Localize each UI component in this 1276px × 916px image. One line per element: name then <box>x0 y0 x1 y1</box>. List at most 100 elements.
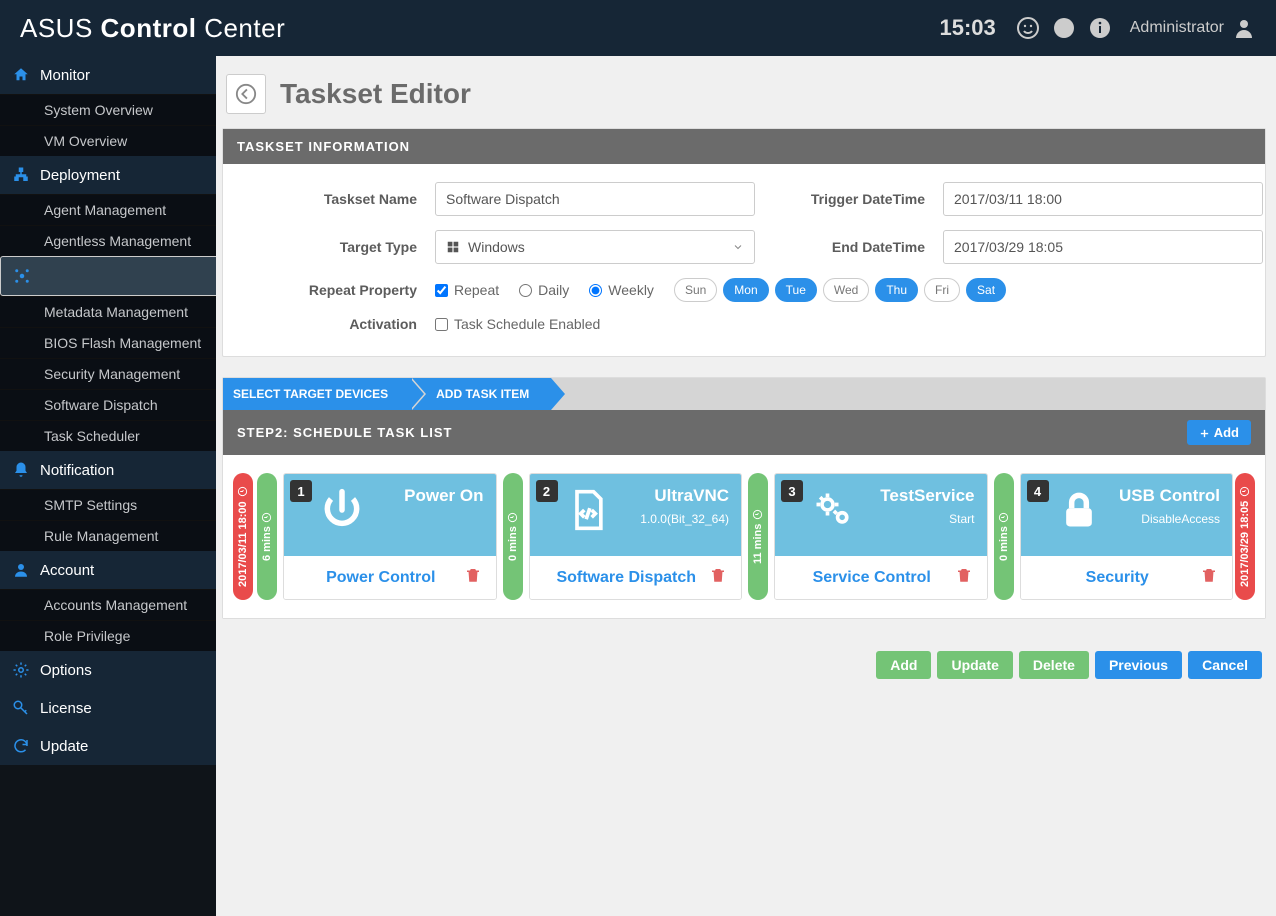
delete-task-button[interactable] <box>1200 566 1218 589</box>
delete-task-button[interactable] <box>955 566 973 589</box>
sidebar-item-metadata[interactable]: Metadata Management <box>0 296 216 327</box>
target-type-select[interactable]: Windows <box>435 230 755 264</box>
repeat-checkbox[interactable]: Repeat <box>435 282 499 298</box>
chevron-down-icon <box>732 241 744 253</box>
topbar: ASUS Control Center 15:03 Administrator <box>0 0 1276 56</box>
plus-icon <box>1199 428 1210 439</box>
hub-icon <box>13 267 31 285</box>
smiley-icon[interactable] <box>1016 16 1040 40</box>
sidebar-item-software-dispatch[interactable]: Software Dispatch <box>0 389 216 420</box>
sidebar: Monitor System Overview VM Overview Depl… <box>0 56 216 916</box>
sidebar-cat-monitor[interactable]: Monitor <box>0 56 216 94</box>
daily-radio[interactable]: Daily <box>519 282 569 298</box>
task-category: Software Dispatch <box>544 569 710 587</box>
day-pill-mon[interactable]: Mon <box>723 278 768 302</box>
arrow-left-icon <box>235 83 257 105</box>
gear-icon <box>12 661 30 679</box>
task-card-2[interactable]: 2 UltraVNC 1.0.0(Bit_32_64) Software Dispat… <box>529 473 743 600</box>
timeline-gap-1: 0 mins <box>503 473 523 600</box>
delete-task-button[interactable] <box>709 566 727 589</box>
sidebar-cat-account[interactable]: Account <box>0 551 216 589</box>
add-button[interactable]: Add <box>876 651 931 679</box>
sidebar-item-accounts[interactable]: Accounts Management <box>0 589 216 620</box>
main-content: Taskset Editor TASKSET INFORMATION Tasks… <box>216 56 1276 916</box>
update-button[interactable]: Update <box>937 651 1012 679</box>
user-menu[interactable]: Administrator <box>1130 16 1256 40</box>
task-number-badge: 3 <box>781 480 803 502</box>
sitemap-icon <box>12 166 30 184</box>
taskset-name-input[interactable] <box>435 182 755 216</box>
add-task-button[interactable]: Add <box>1187 420 1251 445</box>
sidebar-cat-centralized[interactable]: Centralized <box>0 256 216 296</box>
day-pill-fri[interactable]: Fri <box>924 278 960 302</box>
task-card-1[interactable]: 1Power OnPower Control <box>283 473 497 600</box>
task-timeline: 2017/03/11 18:006 mins1Power OnPower Con… <box>223 455 1265 618</box>
sidebar-item-bios[interactable]: BIOS Flash Management <box>0 327 216 358</box>
trigger-datetime-input[interactable] <box>943 182 1263 216</box>
footer-buttons: Add Update Delete Previous Cancel <box>222 639 1266 691</box>
weekly-radio[interactable]: Weekly <box>589 282 654 298</box>
sidebar-item-system-overview[interactable]: System Overview <box>0 94 216 125</box>
repeat-label: Repeat Property <box>247 282 417 298</box>
sidebar-cat-notification[interactable]: Notification <box>0 451 216 489</box>
windows-icon <box>446 240 460 254</box>
delete-task-button[interactable] <box>464 566 482 589</box>
day-pill-sun[interactable]: Sun <box>674 278 717 302</box>
task-subtitle: 1.0.0(Bit_32_64) <box>622 512 730 526</box>
sidebar-item-agentless-management[interactable]: Agentless Management <box>0 225 216 256</box>
timeline-gap-2: 11 mins <box>748 473 768 600</box>
task-subtitle: Start <box>867 512 975 526</box>
sidebar-item-rule[interactable]: Rule Management <box>0 520 216 551</box>
end-datetime-input[interactable] <box>943 230 1263 264</box>
sidebar-cat-deployment[interactable]: Deployment <box>0 156 216 194</box>
task-category: Security <box>1035 569 1201 587</box>
task-category: Service Control <box>789 569 955 587</box>
tab-select-target-devices[interactable]: SELECT TARGET DEVICES <box>223 378 410 410</box>
timeline-start: 2017/03/11 18:00 <box>233 473 253 600</box>
task-card-3[interactable]: 3TestServiceStartService Control <box>774 473 988 600</box>
taskset-name-label: Taskset Name <box>247 191 417 207</box>
sidebar-item-smtp[interactable]: SMTP Settings <box>0 489 216 520</box>
info-icon[interactable] <box>1088 16 1112 40</box>
activation-checkbox[interactable]: Task Schedule Enabled <box>435 316 600 332</box>
day-pill-sat[interactable]: Sat <box>966 278 1006 302</box>
code-file-icon <box>564 486 612 534</box>
user-icon <box>12 561 30 579</box>
cancel-button[interactable]: Cancel <box>1188 651 1262 679</box>
tab-add-task-item[interactable]: ADD TASK ITEM <box>410 378 551 410</box>
sidebar-cat-license[interactable]: License <box>0 689 216 727</box>
task-number-badge: 4 <box>1027 480 1049 502</box>
task-card-4[interactable]: 4USB ControlDisableAccessSecurity <box>1020 473 1234 600</box>
wizard-tabs: SELECT TARGET DEVICES ADD TASK ITEM <box>223 378 1265 410</box>
sidebar-cat-update[interactable]: Update <box>0 727 216 765</box>
task-number-badge: 2 <box>536 480 558 502</box>
task-title: UltraVNC <box>622 486 730 506</box>
back-button[interactable] <box>226 74 266 114</box>
sidebar-cat-options[interactable]: Options <box>0 651 216 689</box>
sidebar-item-task-scheduler[interactable]: Task Scheduler <box>0 420 216 451</box>
key-icon <box>12 699 30 717</box>
bell-icon <box>12 461 30 479</box>
task-category: Power Control <box>298 569 464 587</box>
day-pill-wed[interactable]: Wed <box>823 278 869 302</box>
globe-icon[interactable] <box>1052 16 1076 40</box>
day-pill-thu[interactable]: Thu <box>875 278 918 302</box>
previous-button[interactable]: Previous <box>1095 651 1182 679</box>
day-pill-tue[interactable]: Tue <box>775 278 817 302</box>
sidebar-item-agent-management[interactable]: Agent Management <box>0 194 216 225</box>
sidebar-item-role[interactable]: Role Privilege <box>0 620 216 651</box>
sidebar-item-security[interactable]: Security Management <box>0 358 216 389</box>
clock: 15:03 <box>939 15 995 41</box>
gears-icon <box>809 486 857 534</box>
refresh-icon <box>12 737 30 755</box>
sidebar-item-vm-overview[interactable]: VM Overview <box>0 125 216 156</box>
task-number-badge: 1 <box>290 480 312 502</box>
task-subtitle: DisableAccess <box>1113 512 1221 526</box>
delete-button[interactable]: Delete <box>1019 651 1089 679</box>
target-type-label: Target Type <box>247 239 417 255</box>
timeline-end: 2017/03/29 18:05 <box>1235 473 1255 600</box>
page-title: Taskset Editor <box>280 78 471 110</box>
timeline-gap-3: 0 mins <box>994 473 1014 600</box>
step2-header: STEP2: SCHEDULE TASK LIST <box>237 425 452 440</box>
power-icon <box>318 486 366 534</box>
